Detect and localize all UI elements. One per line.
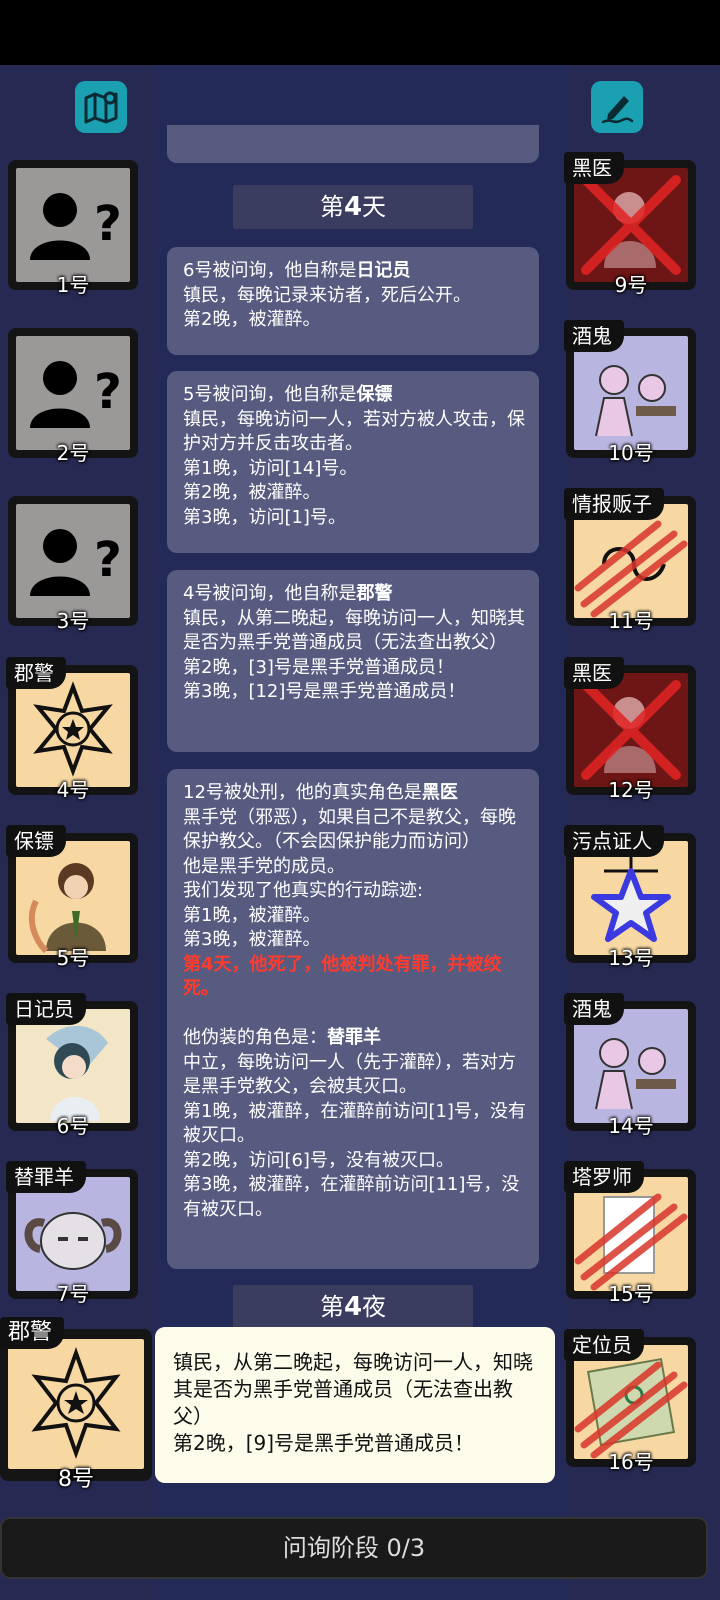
log-message: 6号被问询，他自称是日记员 镇民，每晚记录来访者，死后公开。 第2晚，被灌醉。 bbox=[167, 247, 539, 355]
role-label: 情报贩子 bbox=[564, 488, 664, 520]
pen-icon bbox=[601, 96, 634, 124]
player-number: 11号 bbox=[608, 609, 654, 633]
role-label: 日记员 bbox=[6, 993, 86, 1025]
role-label: 黑医 bbox=[564, 657, 624, 689]
phase-button[interactable]: 问询阶段 0/3 bbox=[0, 1517, 708, 1579]
bodyguard-portrait-icon bbox=[16, 841, 130, 955]
player-card-6[interactable]: 日记员 6号 bbox=[6, 993, 138, 1138]
bottom-bar: 问询阶段 0/3 bbox=[0, 1517, 720, 1600]
player-number: 13号 bbox=[608, 946, 654, 970]
player-card-16[interactable]: 定位员 16号 bbox=[564, 1329, 696, 1474]
role-label: 郡警 bbox=[6, 657, 66, 689]
player-card-14[interactable]: 酒鬼 14号 bbox=[564, 993, 696, 1138]
player-number: 5号 bbox=[56, 946, 90, 970]
unknown-player-icon: ? bbox=[16, 504, 130, 618]
player-number: 4号 bbox=[56, 778, 90, 802]
scapegoat-portrait-icon bbox=[16, 1177, 130, 1291]
role-label: 替罪羊 bbox=[6, 1161, 86, 1193]
player-number: 7号 bbox=[56, 1282, 90, 1306]
player-card-2[interactable]: ? 2号 bbox=[8, 328, 138, 465]
locator-map-icon bbox=[574, 1345, 688, 1459]
log-message: 5号被问询，他自称是保镖 镇民，每晚访问一人，若对方被人攻击，保护对方并反击攻击… bbox=[167, 371, 539, 553]
unknown-player-icon: ? bbox=[16, 168, 130, 282]
svg-text:?: ? bbox=[94, 196, 122, 252]
night-banner: 第4夜 bbox=[233, 1285, 473, 1329]
sheriff-badge-icon bbox=[16, 673, 130, 787]
notes-button[interactable] bbox=[591, 81, 643, 133]
player-number: 6号 bbox=[56, 1114, 90, 1138]
player-card-1[interactable]: ? 1号 bbox=[8, 160, 138, 297]
player-number: 1号 bbox=[56, 273, 90, 297]
game-board: ? 1号 ? 2号 ? 3号 郡警 4号 保镖 5号 日记员 6号 替罪羊 7号… bbox=[0, 65, 720, 1600]
drunk-portrait-icon bbox=[574, 1009, 688, 1123]
informant-icon bbox=[574, 504, 688, 618]
drunk-portrait-icon bbox=[574, 336, 688, 450]
player-card-9[interactable]: 黑医 9号 bbox=[564, 152, 696, 297]
player-card-3[interactable]: ? 3号 bbox=[8, 496, 138, 633]
role-label: 郡警 bbox=[0, 1317, 65, 1349]
player-number: 9号 bbox=[614, 273, 648, 297]
player-number: 10号 bbox=[608, 441, 654, 465]
log-message: 12号被处刑，他的真实角色是黑医 黑手党（邪恶），如果自己不是教父，每晚保护教父… bbox=[167, 769, 539, 1269]
status-bar bbox=[0, 0, 720, 65]
player-number: 8号 bbox=[58, 1467, 94, 1492]
map-icon bbox=[84, 91, 118, 124]
role-tooltip: 镇民，从第二晚起，每晚访问一人，知晓其是否为黑手党普通成员（无法查出教父） 第2… bbox=[155, 1327, 555, 1483]
tarot-reader-icon bbox=[574, 1177, 688, 1291]
svg-text:?: ? bbox=[94, 364, 122, 420]
player-number: 12号 bbox=[608, 778, 654, 802]
player-number: 14号 bbox=[608, 1114, 654, 1138]
player-card-15[interactable]: 塔罗师 15号 bbox=[564, 1161, 696, 1306]
player-card-7[interactable]: 替罪羊 7号 bbox=[6, 1161, 138, 1306]
role-label: 酒鬼 bbox=[564, 320, 624, 352]
day-banner: 第4天 bbox=[233, 185, 473, 229]
player-card-4[interactable]: 郡警 4号 bbox=[6, 657, 138, 802]
player-card-5[interactable]: 保镖 5号 bbox=[6, 825, 138, 970]
witness-scale-icon bbox=[574, 841, 688, 955]
svg-text:?: ? bbox=[94, 532, 122, 588]
role-label: 塔罗师 bbox=[564, 1161, 644, 1193]
sheriff-badge-icon bbox=[8, 1339, 144, 1469]
map-button[interactable] bbox=[75, 81, 127, 133]
player-number: 15号 bbox=[608, 1282, 654, 1306]
player-card-8-selected[interactable]: 郡警 8号 bbox=[0, 1317, 152, 1492]
diarist-portrait-icon bbox=[16, 1009, 130, 1123]
player-card-12[interactable]: 黑医 12号 bbox=[564, 657, 696, 802]
player-card-11[interactable]: 情报贩子 11号 bbox=[564, 488, 696, 633]
unknown-player-icon: ? bbox=[16, 336, 130, 450]
role-label: 定位员 bbox=[564, 1329, 644, 1361]
player-number: 3号 bbox=[56, 609, 90, 633]
dead-doctor-icon bbox=[574, 168, 688, 282]
player-card-13[interactable]: 污点证人 13号 bbox=[564, 825, 696, 970]
log-message: 4号被问询，他自称是郡警 镇民，从第二晚起，每晚访问一人，知晓其是否为黑手党普通… bbox=[167, 570, 539, 752]
role-label: 酒鬼 bbox=[564, 993, 624, 1025]
role-label: 污点证人 bbox=[564, 825, 664, 857]
player-card-10[interactable]: 酒鬼 10号 bbox=[564, 320, 696, 465]
player-number: 16号 bbox=[608, 1450, 654, 1474]
previous-message bbox=[167, 125, 539, 163]
role-label: 黑医 bbox=[564, 152, 624, 184]
role-label: 保镖 bbox=[6, 825, 66, 857]
player-number: 2号 bbox=[56, 441, 90, 465]
dead-doctor-icon bbox=[574, 673, 688, 787]
